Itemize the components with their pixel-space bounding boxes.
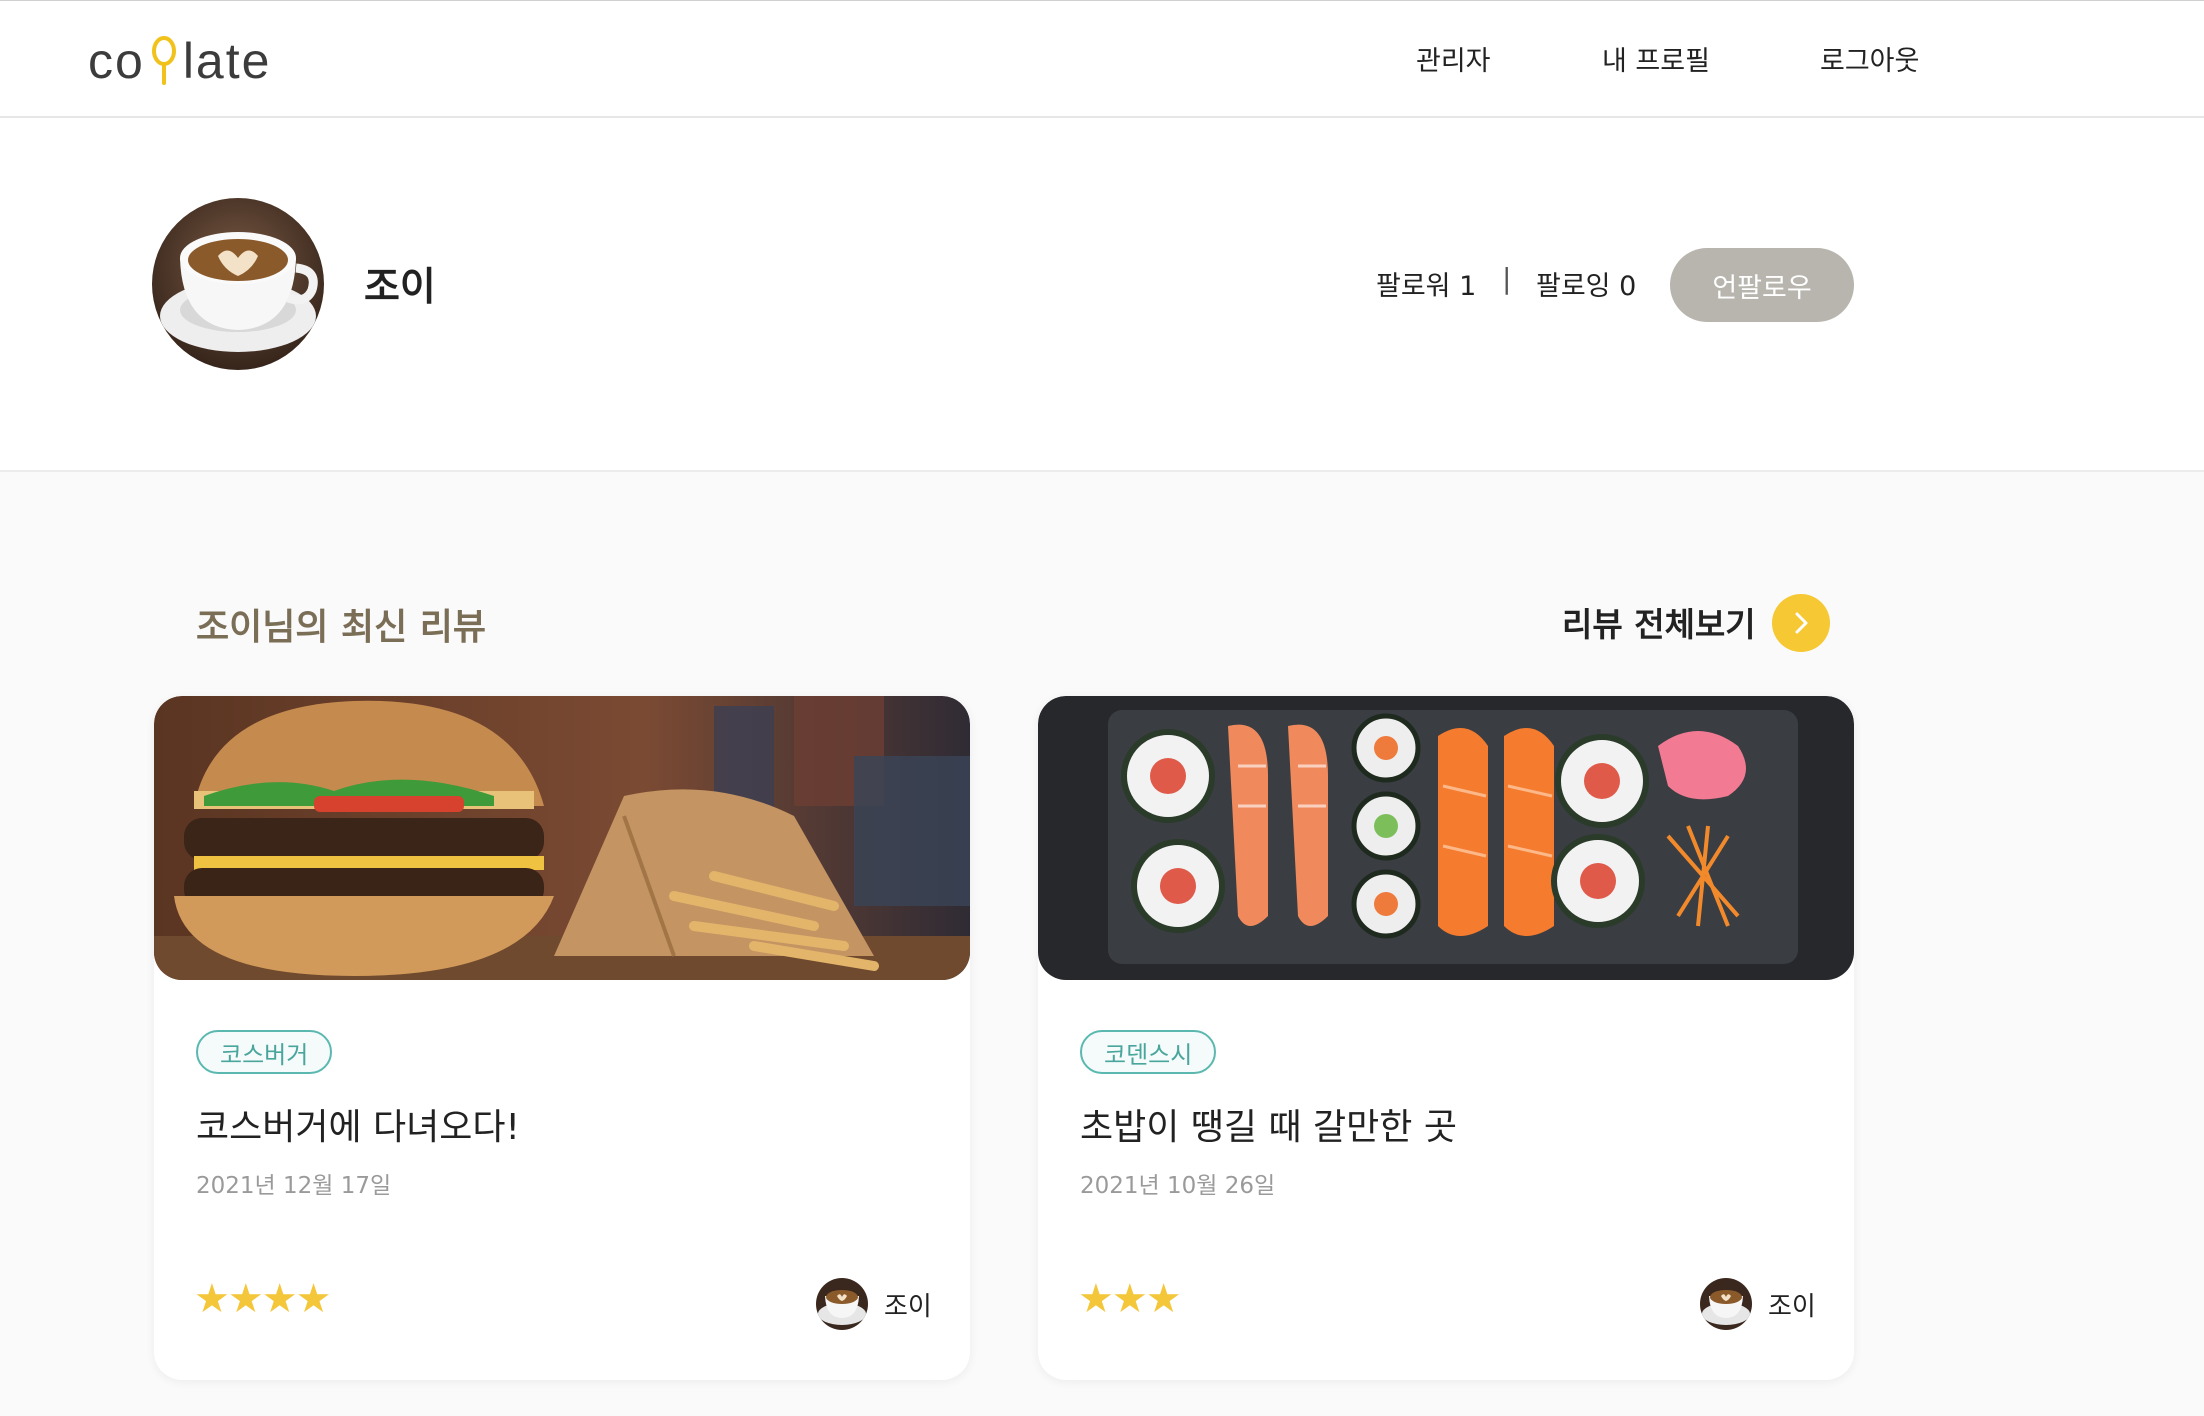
nav-logout[interactable]: 로그아웃 <box>1820 39 1919 78</box>
author-avatar <box>816 1278 868 1330</box>
see-all-reviews-link[interactable]: 리뷰 전체보기 <box>1562 598 1756 646</box>
top-header: co late 관리자 내 프로필 로그아웃 <box>0 0 2204 118</box>
profile-section: 조이 팔로워 1 | 팔로잉 0 언팔로우 <box>0 118 2204 472</box>
following-count[interactable]: 팔로잉 0 <box>1536 264 1636 303</box>
restaurant-tag[interactable]: 코덴스시 <box>1080 1030 1217 1074</box>
nav-my-profile[interactable]: 내 프로필 <box>1602 39 1710 78</box>
review-date: 2021년 12월 17일 <box>196 1173 392 1199</box>
nav-admin[interactable]: 관리자 <box>1416 39 1491 78</box>
unfollow-button[interactable]: 언팔로우 <box>1670 248 1854 322</box>
review-card[interactable]: 코스버거 코스버거에 다녀오다! 2021년 12월 17일 ★★★★ 조이 <box>154 696 970 1380</box>
coolate-logo[interactable]: co late <box>88 21 271 101</box>
author-name: 조이 <box>1768 1292 1816 1322</box>
review-date: 2021년 10월 26일 <box>1080 1173 1276 1199</box>
burger-photo <box>154 696 970 980</box>
followers-count[interactable]: 팔로워 1 <box>1376 264 1476 303</box>
review-title[interactable]: 코스버거에 다녀오다! <box>196 1098 520 1150</box>
profile-name: 조이 <box>364 265 436 310</box>
sushi-photo <box>1038 696 1854 980</box>
star-rating: ★★★★ <box>194 1276 331 1322</box>
star-rating: ★★★ <box>1078 1276 1182 1322</box>
latest-reviews-title: 조이님의 최신 리뷰 <box>196 607 487 648</box>
author-name: 조이 <box>884 1292 932 1322</box>
review-title[interactable]: 초밥이 땡길 때 갈만한 곳 <box>1080 1098 1457 1150</box>
spoon-logo-icon <box>147 31 181 91</box>
restaurant-tag[interactable]: 코스버거 <box>196 1030 333 1074</box>
stats-divider: | <box>1502 262 1512 295</box>
logo-text-prefix: co <box>88 33 145 89</box>
review-card[interactable]: 코덴스시 초밥이 땡길 때 갈만한 곳 2021년 10월 26일 ★★★ 조이 <box>1038 696 1854 1380</box>
author-avatar <box>1700 1278 1752 1330</box>
chevron-right-icon[interactable] <box>1772 594 1830 652</box>
logo-text-suffix: late <box>182 33 272 89</box>
profile-avatar <box>152 198 324 370</box>
